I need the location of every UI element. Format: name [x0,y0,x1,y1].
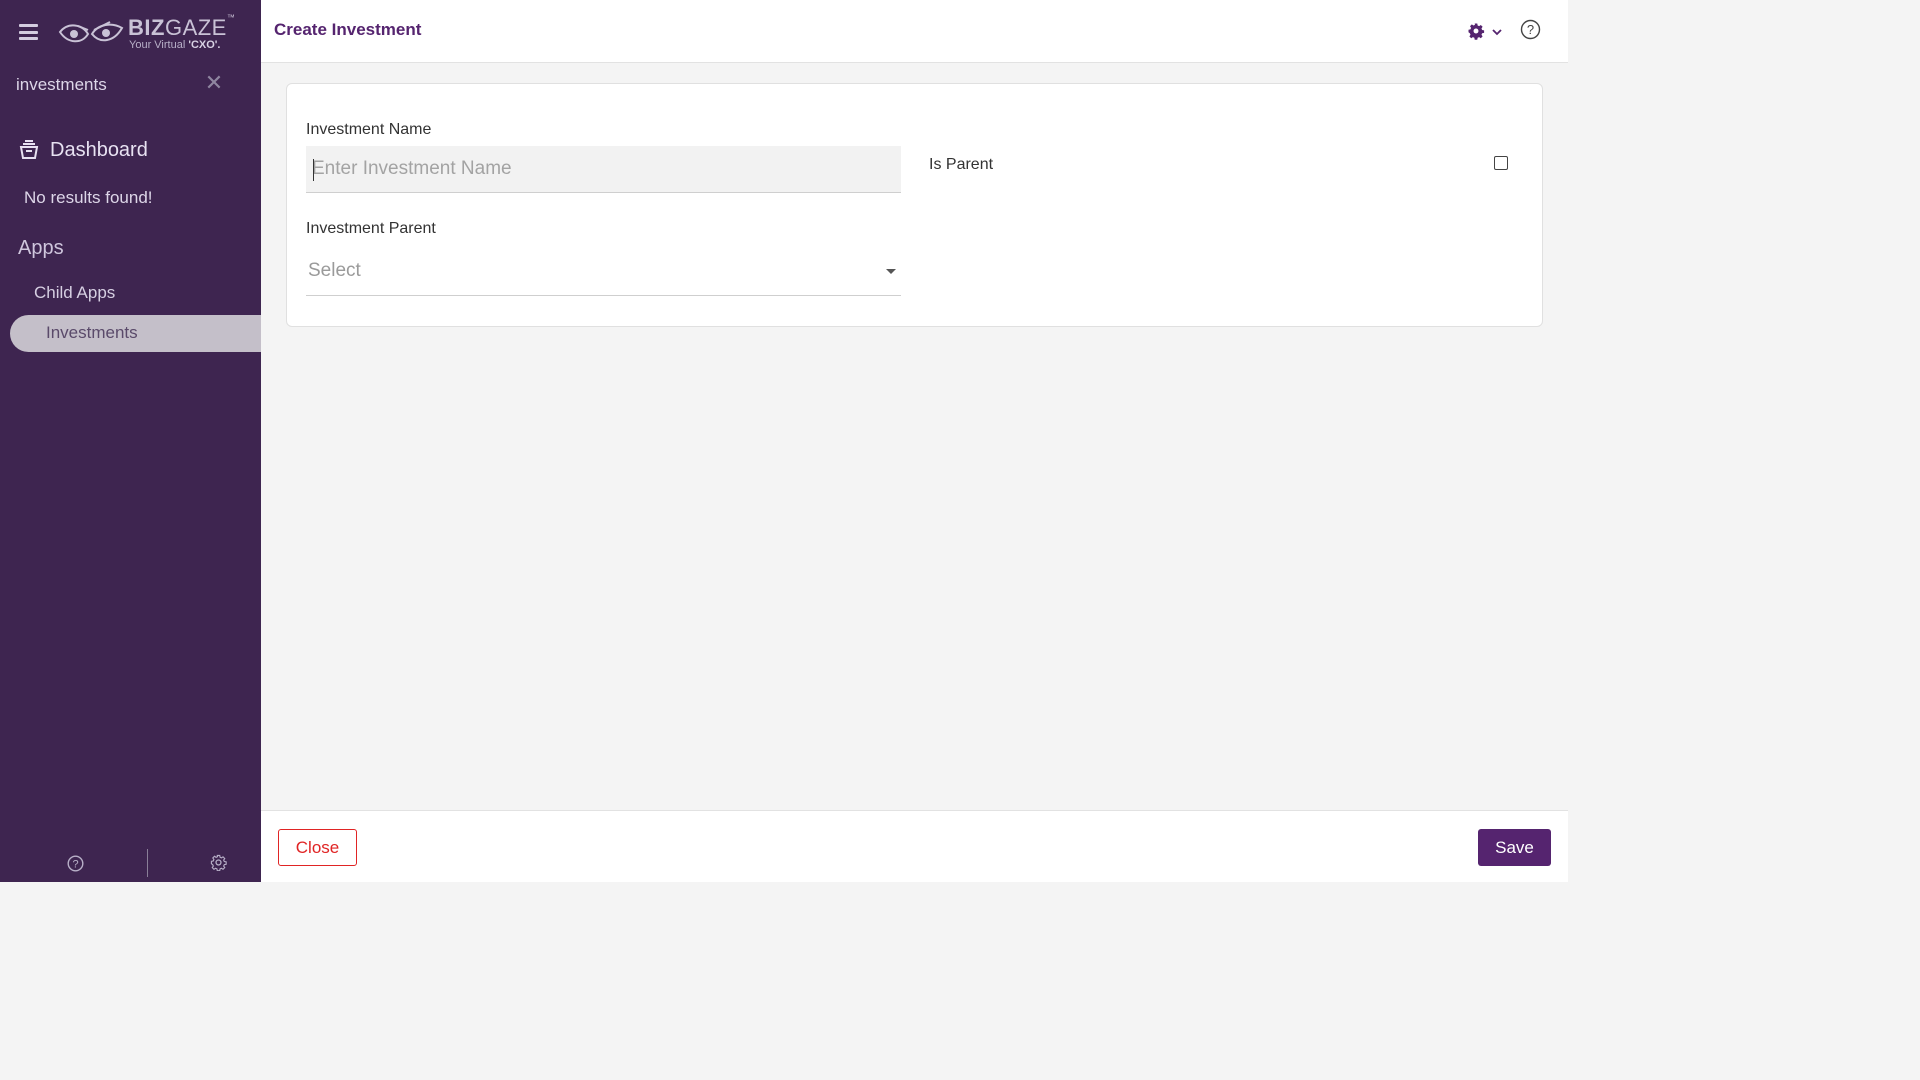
svg-text:?: ? [72,859,78,871]
help-icon[interactable]: ? [1520,19,1541,40]
bizgaze-logo[interactable]: BIZGAZE™ Your Virtual 'CXO'. [58,13,238,54]
no-results-message: No results found! [24,188,153,207]
investment-parent-select[interactable]: Select [306,246,901,296]
hamburger-menu-icon[interactable] [19,24,38,40]
sidebar-item-child-apps[interactable]: Child Apps [34,283,115,303]
text-caret [313,159,314,181]
close-icon[interactable]: ✕ [203,73,225,95]
sidebar-item-label: Investments [46,323,138,342]
caret-down-icon [886,269,896,274]
page-header: Create Investment ? [261,0,1568,63]
sidebar-header: BIZGAZE™ Your Virtual 'CXO'. [0,0,261,64]
form-footer: Close Save [261,810,1568,882]
investment-name-input[interactable] [306,146,901,193]
chevron-down-icon[interactable] [1491,26,1503,38]
owl-eyes-icon [58,21,124,43]
investment-form-card: Investment Name Investment Parent Select… [286,83,1543,327]
sidebar: BIZGAZE™ Your Virtual 'CXO'. investments… [0,0,261,882]
investment-name-label: Investment Name [306,121,432,138]
logo-wordmark: BIZGAZE™ [128,13,236,40]
investment-parent-label: Investment Parent [306,220,436,237]
save-button[interactable]: Save [1478,829,1551,866]
gear-icon[interactable] [210,854,227,871]
sidebar-item-label: Dashboard [50,138,148,161]
apps-heading: Apps [18,237,64,259]
sidebar-search-term[interactable]: investments [16,75,107,95]
gear-icon[interactable] [1467,22,1485,40]
is-parent-checkbox[interactable] [1494,156,1508,170]
help-icon[interactable]: ? [67,855,84,872]
logo-tagline: Your Virtual 'CXO'. [129,39,221,51]
dashboard-icon [19,140,39,159]
sidebar-item-dashboard[interactable]: Dashboard [18,136,148,164]
svg-text:?: ? [1527,22,1534,37]
close-button[interactable]: Close [278,829,357,866]
is-parent-label: Is Parent [929,156,994,173]
sidebar-footer-divider [147,849,148,877]
sidebar-item-investments[interactable]: Investments [10,315,261,352]
page-title: Create Investment [274,20,422,39]
investment-parent-selected-value: Select [308,260,361,281]
